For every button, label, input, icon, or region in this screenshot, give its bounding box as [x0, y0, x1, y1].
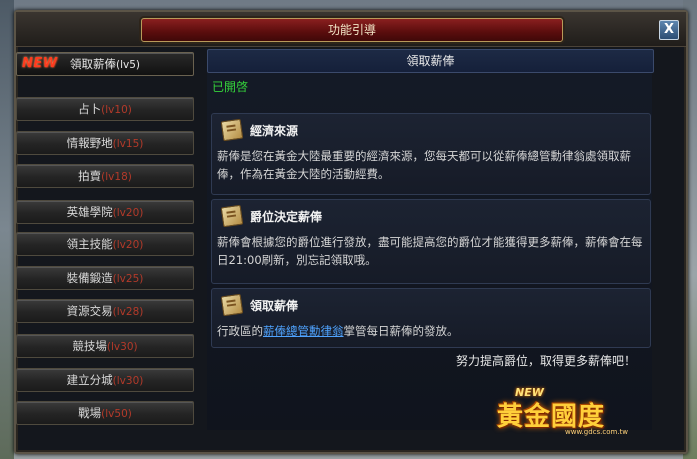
sidebar-item-label: 競技場 [72, 339, 107, 353]
sidebar-item-label: 占卜 [78, 102, 102, 116]
sidebar-item-label: 拍賣 [78, 169, 102, 183]
title-bar: 功能引導 X [16, 12, 686, 47]
sidebar-item-branch-city[interactable]: 建立分城(lv30) [16, 368, 194, 392]
card-body: 薪俸是您在黃金大陸最重要的經濟來源，您每天都可以從薪俸總管勳律翁處領取薪俸，作為… [217, 149, 631, 181]
window-title: 功能引導 [327, 23, 376, 37]
sidebar-item-level: (lv20) [112, 207, 144, 219]
background-left [0, 0, 14, 459]
scroll-icon [220, 293, 244, 317]
sidebar-item-level: (lv30) [106, 341, 138, 353]
sidebar-item-lord-skills[interactable]: 領主技能(lv20) [16, 232, 194, 256]
sidebar-item-equipment-forging[interactable]: 裝備鍛造(lv25) [16, 266, 194, 290]
sidebar-item-auction[interactable]: 拍賣(lv18) [16, 164, 194, 188]
content-header: 領取薪俸 [207, 49, 654, 73]
sidebar-item-salary[interactable]: NEW 領取薪俸(lv5) [16, 52, 194, 76]
sidebar-item-label: 英雄學院 [66, 205, 113, 219]
sidebar-item-hero-academy[interactable]: 英雄學院(lv20) [16, 200, 194, 224]
card-body-suffix: 掌管每日薪俸的發放。 [343, 324, 459, 338]
card-rank-salary: 爵位決定薪俸 薪俸會根據您的爵位進行發放，盡可能提高您的爵位才能獲得更多薪俸，薪… [211, 199, 651, 284]
sidebar-item-label: 領主技能 [66, 237, 113, 251]
card-title: 經濟來源 [250, 124, 299, 138]
status-opened: 已開啓 [212, 80, 249, 94]
sidebar-item-level: (lv30) [112, 375, 144, 387]
scroll-icon [220, 118, 244, 142]
sidebar-item-level: (lv15) [112, 138, 144, 150]
game-logo: NEW 黃金國度 www.gdcs.com.tw [487, 386, 657, 438]
card-body: 薪俸會根據您的爵位進行發放，盡可能提高您的爵位才能獲得更多薪俸，薪俸會在每日21… [217, 235, 643, 267]
sidebar-item-label: 情報野地 [66, 136, 113, 150]
salary-steward-link[interactable]: 薪俸總管勳律翁 [263, 324, 344, 338]
sidebar-item-level: (lv10) [101, 104, 132, 116]
sidebar-item-level: (lv20) [112, 239, 144, 251]
sidebar-item-label: 資源交易 [66, 304, 113, 318]
sidebar-item-arena[interactable]: 競技場(lv30) [16, 334, 194, 358]
footer-hint: 努力提高爵位，取得更多薪俸吧！ [456, 354, 637, 368]
sidebar-item-level: (lv28) [112, 306, 144, 318]
sidebar-item-label: 建立分城 [66, 373, 113, 387]
card-title: 爵位決定薪俸 [250, 210, 323, 224]
sidebar-item-level: (lv25) [112, 273, 144, 285]
sidebar-item-label: 領取薪俸 [69, 57, 116, 71]
card-economic-source: 經濟來源 薪俸是您在黃金大陸最重要的經濟來源，您每天都可以從薪俸總管勳律翁處領取… [211, 113, 651, 195]
sidebar-item-level: (lv18) [101, 171, 132, 183]
card-body: 行政區的薪俸總管勳律翁掌管每日薪俸的發放。 [217, 322, 645, 340]
card-body-prefix: 行政區的 [217, 324, 263, 338]
logo-url: www.gdcs.com.tw [565, 428, 629, 436]
sidebar-item-divination[interactable]: 占卜(lv10) [16, 97, 194, 121]
close-button[interactable]: X [659, 20, 679, 40]
card-title: 領取薪俸 [250, 299, 299, 313]
new-badge: NEW [22, 56, 58, 71]
sidebar-item-intel-field[interactable]: 情報野地(lv15) [16, 131, 194, 155]
sidebar-item-label: 戰場 [78, 406, 102, 420]
sidebar-item-battlefield[interactable]: 戰場(lv50) [16, 401, 194, 425]
sidebar-item-level: (lv5) [115, 59, 140, 71]
sidebar-item-level: (lv50) [101, 408, 132, 420]
sidebar-item-label: 裝備鍛造 [66, 271, 113, 285]
card-receive-salary: 領取薪俸 行政區的薪俸總管勳律翁掌管每日薪俸的發放。 [211, 288, 651, 348]
title-plate: 功能引導 [141, 18, 563, 42]
scroll-icon [220, 204, 244, 228]
sidebar-item-resource-trade[interactable]: 資源交易(lv28) [16, 299, 194, 323]
